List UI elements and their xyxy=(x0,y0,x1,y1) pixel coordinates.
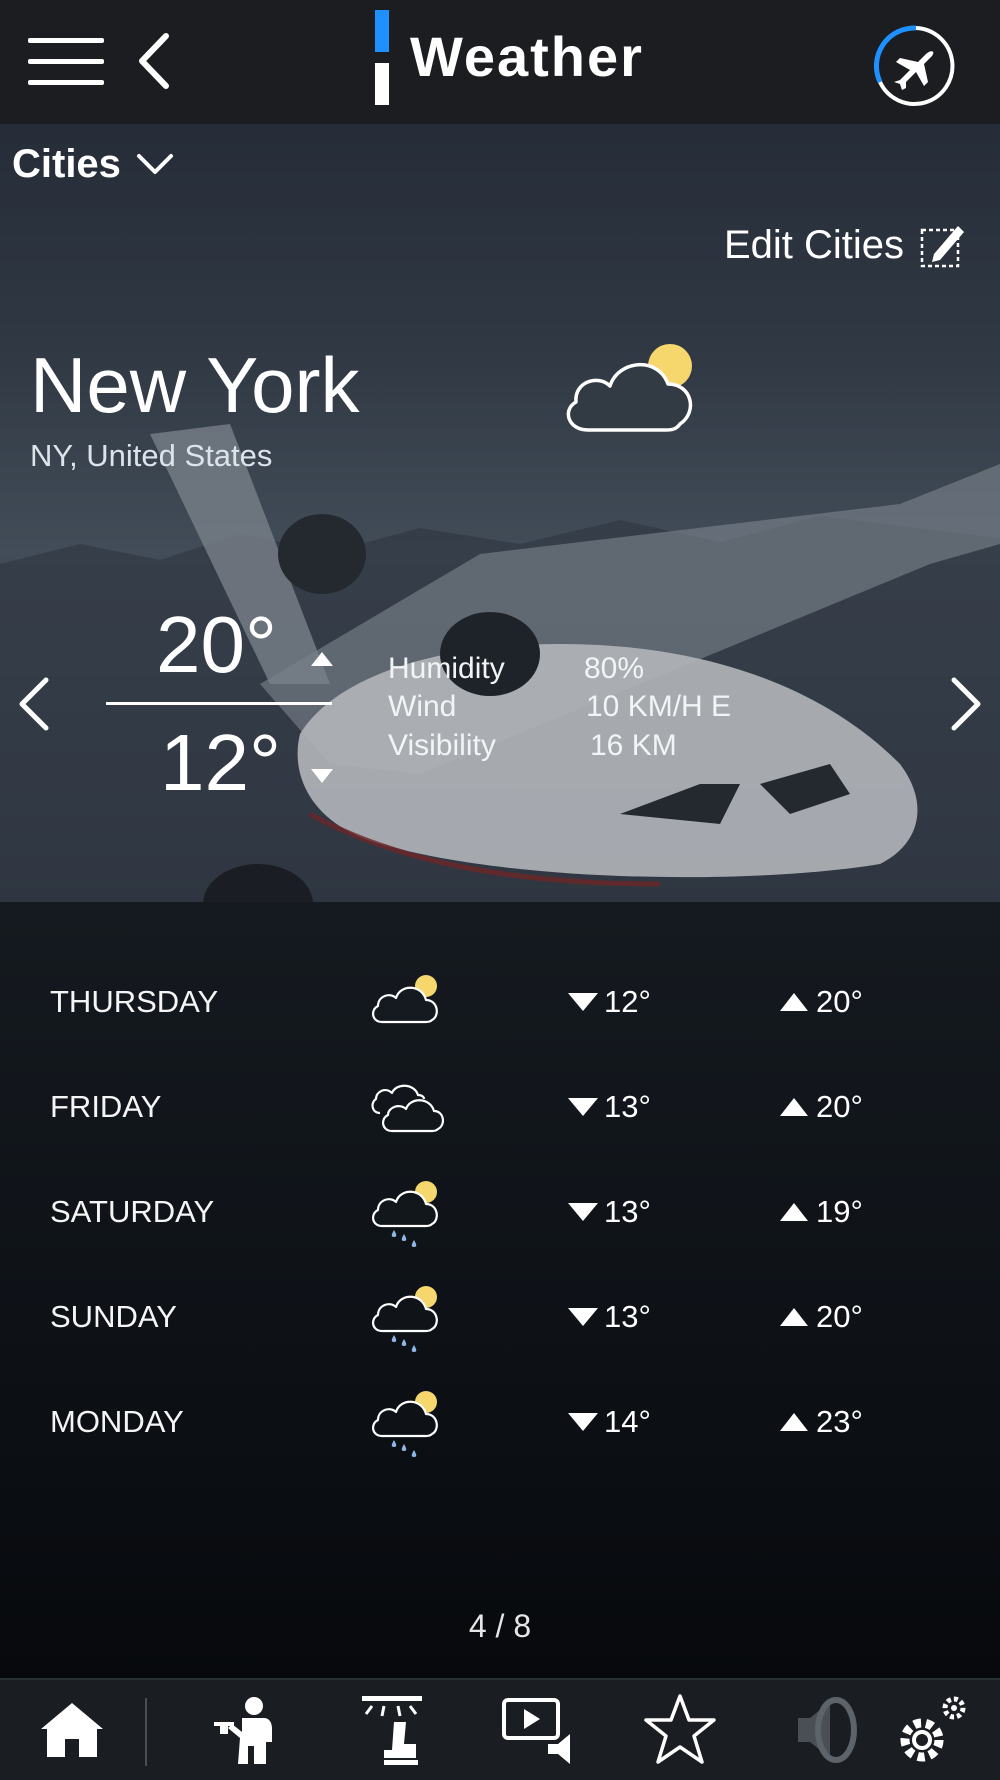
forecast-high-value: 23° xyxy=(816,1404,863,1439)
cloudy-icon xyxy=(371,1084,444,1133)
low-arrow-icon xyxy=(311,769,333,783)
high-arrow-icon xyxy=(780,1098,808,1116)
forecast-low-value: 14° xyxy=(604,1404,651,1439)
high-arrow-icon xyxy=(780,993,808,1011)
forecast-row: THURSDAY 12° 20° xyxy=(0,964,1000,1044)
low-arrow-icon xyxy=(568,1098,598,1116)
cities-dropdown-label: Cities xyxy=(12,142,121,186)
visibility-label: Visibility xyxy=(388,729,496,762)
cities-dropdown[interactable]: Cities xyxy=(12,142,175,187)
high-arrow-icon xyxy=(780,1203,808,1221)
forecast-row: MONDAY 14° 23° xyxy=(0,1384,1000,1464)
wind-value: 10 KM/H E xyxy=(586,690,732,723)
favorites-icon[interactable] xyxy=(640,1690,720,1770)
forecast-high: 19° xyxy=(780,1194,863,1230)
forecast-high-value: 19° xyxy=(816,1194,863,1229)
volume-icon[interactable] xyxy=(788,1690,868,1770)
temp-divider xyxy=(106,702,332,705)
hamburger-menu-icon[interactable] xyxy=(28,38,104,86)
low-arrow-icon xyxy=(568,993,598,1011)
low-arrow-icon xyxy=(568,1203,598,1221)
forecast-low: 12° xyxy=(568,984,651,1020)
nav-separator xyxy=(145,1698,147,1766)
wind-label: Wind xyxy=(388,690,457,723)
forecast-day: THURSDAY xyxy=(50,984,219,1019)
city-region: NY, United States xyxy=(30,438,273,473)
forecast-low-value: 13° xyxy=(604,1089,651,1124)
page-indicator: 4 / 8 xyxy=(468,1608,532,1644)
humidity-value: 80% xyxy=(584,652,645,685)
partly-cloudy-icon xyxy=(372,975,438,1024)
city-name: New York xyxy=(30,341,360,429)
humidity-label: Humidity xyxy=(388,652,505,685)
low-arrow-icon xyxy=(568,1308,598,1326)
seat-light-icon[interactable] xyxy=(352,1690,432,1770)
edit-cities-label: Edit Cities xyxy=(723,222,904,267)
forecast-row: FRIDAY 13° 20° xyxy=(0,1069,1000,1149)
forecast-day: MONDAY xyxy=(50,1404,184,1439)
forecast-high: 23° xyxy=(780,1404,863,1440)
sun-rain-icon xyxy=(372,1181,438,1247)
forecast-low-value: 13° xyxy=(604,1194,651,1229)
forecast-low: 14° xyxy=(568,1404,651,1440)
home-icon[interactable] xyxy=(32,1690,112,1770)
forecast-high-value: 20° xyxy=(816,1299,863,1334)
sun-rain-icon xyxy=(372,1286,438,1352)
forecast-row: SATURDAY 13° 19° xyxy=(0,1174,1000,1254)
media-icon[interactable] xyxy=(498,1690,578,1770)
current-low-temp: 12° xyxy=(160,718,281,807)
page-title: Weather xyxy=(410,25,644,88)
forecast-day: FRIDAY xyxy=(50,1089,162,1124)
low-arrow-icon xyxy=(568,1413,598,1431)
visibility-value: 16 KM xyxy=(590,729,677,762)
forecast-day: SUNDAY xyxy=(50,1299,177,1334)
forecast-high-value: 20° xyxy=(816,1089,863,1124)
forecast-high: 20° xyxy=(780,1089,863,1125)
partly-cloudy-icon xyxy=(566,344,693,432)
high-arrow-icon xyxy=(311,652,333,666)
settings-icon[interactable] xyxy=(892,1690,972,1770)
bottom-navigation xyxy=(0,1678,1000,1780)
chevron-down-icon xyxy=(136,153,173,174)
forecast-high: 20° xyxy=(780,1299,863,1335)
edit-pencil-icon xyxy=(920,226,964,268)
high-arrow-icon xyxy=(780,1413,808,1431)
sun-rain-icon xyxy=(372,1391,438,1457)
forecast-low: 13° xyxy=(568,1194,651,1230)
forecast-low-value: 12° xyxy=(604,984,651,1019)
forecast-high: 20° xyxy=(780,984,863,1020)
forecast-day: SATURDAY xyxy=(50,1194,215,1229)
edit-cities-button[interactable]: Edit Cities xyxy=(724,220,968,270)
forecast-low-value: 13° xyxy=(604,1299,651,1334)
high-arrow-icon xyxy=(780,1308,808,1326)
forecast-low: 13° xyxy=(568,1089,651,1125)
title-accent-bar xyxy=(375,10,389,105)
crew-service-icon[interactable] xyxy=(206,1690,286,1770)
top-bar: Weather xyxy=(0,0,1000,124)
current-high-temp: 20° xyxy=(156,600,277,689)
back-chevron-icon[interactable] xyxy=(132,30,176,92)
previous-city-arrow-icon[interactable] xyxy=(14,676,54,732)
forecast-low: 13° xyxy=(568,1299,651,1335)
flight-progress-icon[interactable] xyxy=(866,20,966,110)
forecast-high-value: 20° xyxy=(816,984,863,1019)
next-city-arrow-icon[interactable] xyxy=(946,676,986,732)
forecast-row: SUNDAY 13° 20° xyxy=(0,1279,1000,1359)
